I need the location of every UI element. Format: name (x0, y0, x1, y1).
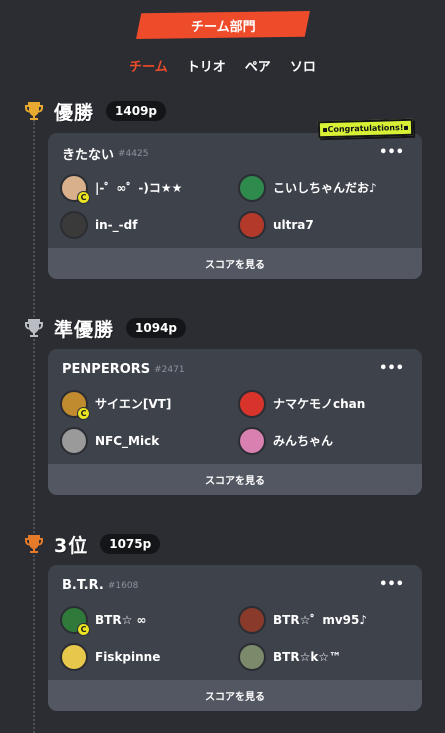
points-badge: 1075p (100, 534, 161, 554)
avatar (238, 210, 266, 239)
tab-solo[interactable]: ソロ (290, 56, 316, 76)
category-title: チーム部門 (190, 19, 256, 35)
member-item[interactable]: Fiskpinne (60, 642, 238, 671)
avatar (60, 210, 88, 239)
member-name: ultra7 (273, 217, 314, 232)
member-name: こいしちゃんだお♪ (273, 181, 377, 195)
rank-title: 優勝 (54, 101, 95, 124)
points-badge: 1409p (106, 101, 167, 121)
avatar: C (60, 605, 90, 636)
team-card-header: B.T.R. #1608 ••• (48, 565, 422, 605)
member-item[interactable]: C BTR☆ ∞ (60, 605, 238, 636)
member-list: C |-゜∞゜-)コ★★ こいしちゃんだお♪ in-_-df ultra7 (48, 173, 422, 248)
congratulations-badge: Congratulations! (317, 118, 414, 139)
team-card: PENPERORS #2471 ••• C サイエン[VT] ナマケモノchan… (48, 349, 422, 495)
member-item[interactable]: みんちゃん (238, 426, 416, 455)
view-score-button[interactable]: スコアを見る (48, 464, 422, 495)
member-name: |-゜∞゜-)コ★★ (95, 181, 183, 195)
rank-title: 準優勝 (54, 318, 115, 341)
team-card-header: きたない #4425 ••• (48, 133, 422, 173)
avatar: C (60, 389, 90, 420)
more-options-icon[interactable]: ••• (379, 361, 404, 376)
silver-trophy-icon (20, 314, 48, 342)
tab-trio[interactable]: トリオ (187, 56, 226, 76)
member-name: Fiskpinne (95, 649, 161, 664)
member-item[interactable]: BTR☆゜mv95♪ (238, 605, 416, 634)
member-name: みんちゃん (273, 434, 334, 448)
more-options-icon[interactable]: ••• (379, 577, 404, 592)
rank-header-second: 準優勝 1094p (20, 313, 187, 343)
member-name: NFC_Mick (95, 433, 160, 448)
member-item[interactable]: BTR☆k☆™ (238, 642, 416, 671)
member-item[interactable]: C サイエン[VT] (60, 389, 238, 420)
member-item[interactable]: ナマケモノchan (238, 389, 416, 418)
view-score-button[interactable]: スコアを見る (48, 248, 422, 279)
avatar (60, 642, 88, 671)
avatar (238, 173, 266, 202)
member-list: C BTR☆ ∞ BTR☆゜mv95♪ Fiskpinne BTR☆k☆™ (48, 605, 422, 680)
avatar (238, 605, 266, 634)
gold-trophy-icon (20, 97, 48, 125)
member-name: BTR☆k☆™ (273, 649, 342, 664)
view-score-button[interactable]: スコアを見る (48, 680, 422, 711)
team-card-header: PENPERORS #2471 ••• (48, 349, 422, 389)
avatar: C (60, 173, 90, 204)
team-name: きたない (62, 147, 115, 163)
avatar (238, 389, 266, 418)
captain-badge: C (77, 406, 90, 420)
captain-badge: C (77, 190, 90, 204)
captain-badge: C (77, 622, 90, 636)
timeline-divider (33, 120, 35, 733)
team-name: B.T.R. (62, 577, 104, 593)
member-list: C サイエン[VT] ナマケモノchan NFC_Mick みんちゃん (48, 389, 422, 464)
member-item[interactable]: in-_-df (60, 210, 238, 239)
team-id: #2471 (154, 365, 185, 375)
rank-header-first: 優勝 1409p (20, 96, 167, 126)
team-name: PENPERORS (62, 361, 151, 377)
avatar (60, 426, 88, 455)
points-badge: 1094p (126, 318, 187, 338)
team-card: きたない #4425 ••• C |-゜∞゜-)コ★★ こいしちゃんだお♪ in… (48, 133, 422, 279)
member-item[interactable]: C |-゜∞゜-)コ★★ (60, 173, 238, 204)
team-card: B.T.R. #1608 ••• C BTR☆ ∞ BTR☆゜mv95♪ Fis… (48, 565, 422, 711)
member-name: BTR☆ ∞ (95, 612, 147, 627)
bronze-trophy-icon (20, 530, 48, 558)
category-banner: チーム部門 (136, 11, 310, 39)
member-item[interactable]: NFC_Mick (60, 426, 238, 455)
member-name: サイエン[VT] (95, 397, 172, 411)
member-name: in-_-df (95, 217, 138, 232)
team-id: #4425 (118, 149, 149, 159)
team-id: #1608 (107, 581, 139, 591)
tab-pair[interactable]: ペア (245, 56, 271, 76)
rank-header-third: 3位 1075p (20, 529, 161, 559)
member-item[interactable]: ultra7 (238, 210, 416, 239)
tab-team[interactable]: チーム (129, 56, 168, 76)
member-name: ナマケモノchan (273, 397, 366, 411)
avatar (238, 642, 266, 671)
avatar (238, 426, 266, 455)
member-name: BTR☆゜mv95♪ (273, 613, 368, 627)
category-tabs: チーム トリオ ペア ソロ (0, 56, 445, 76)
member-item[interactable]: こいしちゃんだお♪ (238, 173, 416, 202)
rank-title: 3位 (54, 534, 89, 557)
more-options-icon[interactable]: ••• (379, 145, 404, 160)
